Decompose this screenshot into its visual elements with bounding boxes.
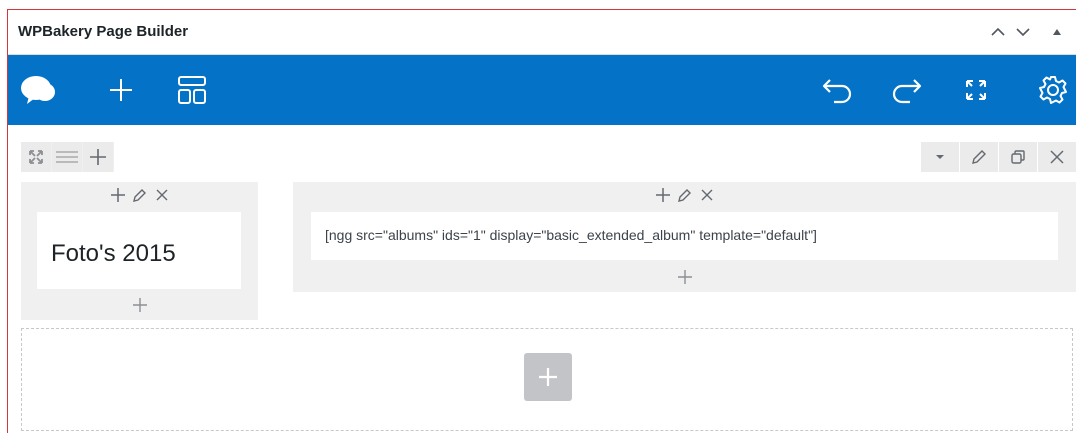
templates-icon xyxy=(178,76,206,104)
fullscreen-button[interactable] xyxy=(952,66,1000,114)
chevron-down-icon xyxy=(1016,28,1030,37)
logo-cloud-icon xyxy=(21,76,55,104)
column-2-delete-button[interactable] xyxy=(697,185,717,205)
logo-button[interactable] xyxy=(14,66,62,114)
settings-gear-icon xyxy=(1039,76,1067,104)
redo-icon xyxy=(892,79,922,104)
row-delete-button[interactable] xyxy=(1038,142,1076,172)
column-2-controls xyxy=(293,184,1076,206)
builder-canvas: Foto's 2015 [ngg src="albums" ids="1" di… xyxy=(8,125,1076,434)
clone-icon xyxy=(1011,150,1025,164)
undo-icon xyxy=(822,79,852,104)
undo-button[interactable] xyxy=(814,66,862,114)
shortcode-text: [ngg src="albums" ids="1" display="basic… xyxy=(325,227,817,243)
column-2: [ngg src="albums" ids="1" display="basic… xyxy=(293,182,1076,292)
column-1: Foto's 2015 xyxy=(21,182,258,320)
edit-pencil-icon xyxy=(132,189,146,202)
settings-button[interactable] xyxy=(1029,66,1076,114)
row-edit-button[interactable] xyxy=(960,142,998,172)
row-layout-button[interactable] xyxy=(52,142,82,172)
column-1-controls xyxy=(21,184,258,206)
heading-element[interactable]: Foto's 2015 xyxy=(37,212,241,289)
add-icon xyxy=(677,270,692,284)
move-icon xyxy=(29,150,43,164)
add-icon xyxy=(655,188,670,202)
row-move-button[interactable] xyxy=(21,142,51,172)
row-controls-right xyxy=(920,142,1076,172)
row-toggle-button[interactable] xyxy=(921,142,959,172)
layout-icon xyxy=(56,151,78,163)
edit-pencil-icon xyxy=(972,150,986,164)
add-icon xyxy=(110,188,125,202)
column-1-add-element-button[interactable] xyxy=(21,294,258,316)
column-1-edit-button[interactable] xyxy=(130,185,150,205)
delete-x-icon xyxy=(156,189,167,201)
column-1-add-button[interactable] xyxy=(108,185,128,205)
shortcode-element[interactable]: [ngg src="albums" ids="1" display="basic… xyxy=(311,212,1058,260)
row-controls-left xyxy=(21,142,114,172)
panel-header: WPBakery Page Builder xyxy=(8,10,1076,55)
move-up-button[interactable] xyxy=(986,20,1010,44)
add-column-icon xyxy=(90,149,106,165)
delete-x-icon xyxy=(1050,150,1064,164)
toggle-panel-button[interactable] xyxy=(1045,20,1069,44)
empty-row-dropzone xyxy=(21,328,1073,431)
add-element-plus-icon xyxy=(539,368,557,386)
add-icon xyxy=(132,298,147,312)
column-2-edit-button[interactable] xyxy=(675,185,695,205)
move-down-button[interactable] xyxy=(1011,20,1035,44)
edit-pencil-icon xyxy=(677,189,691,202)
fullscreen-icon xyxy=(966,80,986,100)
column-2-add-button[interactable] xyxy=(653,185,673,205)
page-builder-metabox: WPBakery Page Builder Foto's 2015 [ngg s… xyxy=(7,9,1076,434)
chevron-up-icon xyxy=(991,27,1005,36)
templates-button[interactable] xyxy=(168,66,216,114)
add-element-button[interactable] xyxy=(97,66,145,114)
builder-toolbar xyxy=(8,55,1076,125)
column-1-delete-button[interactable] xyxy=(152,185,172,205)
redo-button[interactable] xyxy=(882,66,930,114)
triangle-up-icon xyxy=(1053,29,1061,35)
heading-text: Foto's 2015 xyxy=(51,240,176,267)
panel-title: WPBakery Page Builder xyxy=(18,23,189,40)
add-element-icon xyxy=(110,79,132,101)
row-clone-button[interactable] xyxy=(999,142,1037,172)
toggle-caret-icon xyxy=(936,155,944,159)
add-element-button[interactable] xyxy=(524,353,572,401)
delete-x-icon xyxy=(701,189,712,201)
column-2-add-element-button[interactable] xyxy=(293,266,1076,288)
row-add-column-button[interactable] xyxy=(83,142,113,172)
